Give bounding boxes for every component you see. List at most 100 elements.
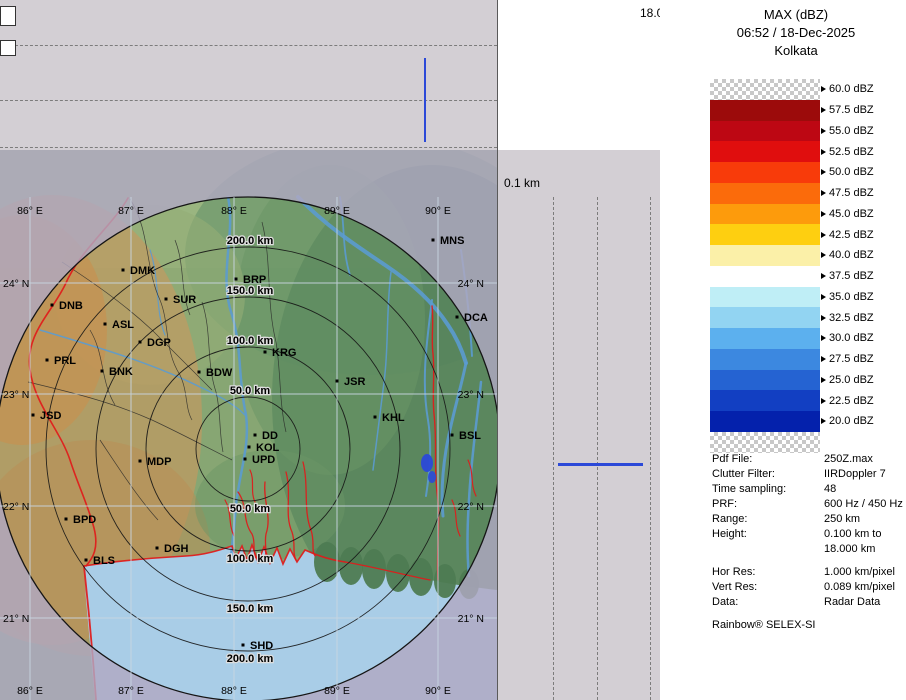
info-row: Range:250 km [712, 512, 904, 527]
info-label: Vert Res: [712, 580, 824, 595]
scale-swatch [710, 349, 820, 370]
info-label: Time sampling: [712, 482, 824, 497]
info-value: Radar Data [824, 595, 880, 610]
axis-tick-box [0, 40, 16, 56]
scale-row: 52.5 dBZ [710, 141, 874, 162]
city-dot [101, 370, 104, 373]
lat-label: 23° N [3, 389, 29, 401]
city-dot [456, 316, 459, 319]
info-value: 0.100 km to [824, 527, 881, 542]
lat-label: 23° N [458, 389, 484, 401]
lon-label: 89° E [324, 685, 350, 697]
info-value: 48 [824, 482, 836, 497]
city-dot [244, 458, 247, 461]
dbz-scale: 60.0 dBZ 57.5 dBZ 55.0 dBZ 52.5 dBZ 50.0 dBZ… [710, 79, 874, 453]
lat-label: 24° N [458, 278, 484, 290]
scale-label: 45.0 dBZ [829, 208, 874, 220]
city-label: DNB [59, 300, 83, 312]
svg-text:100.0 km: 100.0 km [227, 335, 274, 347]
city-dot [65, 518, 68, 521]
scale-row: 47.5 dBZ [710, 183, 874, 204]
scale-row: 45.0 dBZ [710, 204, 874, 225]
city-label: MDP [147, 456, 171, 468]
lon-label: 88° E [221, 205, 247, 217]
scale-arrow-icon [821, 315, 826, 321]
scale-arrow-icon [821, 335, 826, 341]
city-label: MNS [440, 235, 464, 247]
city-dot [374, 416, 377, 419]
scale-label: 60.0 dBZ [829, 83, 874, 95]
city-dot [264, 351, 267, 354]
info-value: 18.000 km [824, 542, 875, 557]
scale-row: 50.0 dBZ [710, 162, 874, 183]
lon-label: 87° E [118, 685, 144, 697]
info-row: Clutter Filter:IIRDoppler 7 [712, 467, 904, 482]
scale-label: 20.0 dBZ [829, 415, 874, 427]
city-dot [432, 239, 435, 242]
info-label: Clutter Filter: [712, 467, 824, 482]
scale-label: 30.0 dBZ [829, 332, 874, 344]
scale-label: 22.5 dBZ [829, 395, 874, 407]
svg-text:50.0 km: 50.0 km [230, 503, 271, 515]
city-label: BDW [206, 367, 233, 379]
scale-label: 47.5 dBZ [829, 187, 874, 199]
city-label: JSD [40, 410, 61, 422]
height-gridline [0, 147, 497, 148]
lat-label: 22° N [458, 501, 484, 513]
city-label: JSR [344, 376, 365, 388]
scale-arrow-icon [821, 169, 826, 175]
scale-label: 52.5 dBZ [829, 146, 874, 158]
city-dot [198, 371, 201, 374]
scale-label: 37.5 dBZ [829, 270, 874, 282]
legend-titles: MAX (dBZ) 06:52 / 18-Dec-2025 Kolkata [660, 6, 906, 60]
scale-swatch [710, 224, 820, 245]
scale-swatch [710, 121, 820, 142]
info-row: Pdf File:250Z.max [712, 452, 904, 467]
city-label: PRL [54, 355, 76, 367]
info-row: Data:Radar Data [712, 595, 904, 610]
city-label: KOL [256, 442, 280, 454]
lon-label: 86° E [17, 685, 43, 697]
scale-row: 20.0 dBZ [710, 411, 874, 432]
scale-label: 27.5 dBZ [829, 353, 874, 365]
scale-row: 55.0 dBZ [710, 121, 874, 142]
info-value: 250 km [824, 512, 860, 527]
scale-swatch [710, 162, 820, 183]
city-dot [242, 644, 245, 647]
scale-row: 32.5 dBZ [710, 307, 874, 328]
city-label: DGH [164, 543, 189, 555]
info-value: 1.000 km/pixel [824, 565, 895, 580]
city-label: DCA [464, 312, 488, 324]
info-row: Vert Res:0.089 km/pixel [712, 580, 904, 595]
scale-swatch [710, 204, 820, 225]
city-dot [248, 446, 251, 449]
city-label: KRG [272, 347, 296, 359]
height-gridline [0, 45, 497, 46]
svg-text:150.0 km: 150.0 km [227, 285, 274, 297]
scale-swatch [710, 266, 820, 287]
scale-row: 27.5 dBZ [710, 349, 874, 370]
city-dot [139, 460, 142, 463]
scale-arrow-icon [821, 149, 826, 155]
scale-row: 22.5 dBZ [710, 390, 874, 411]
info-label: Height: [712, 527, 824, 542]
city-dot [32, 414, 35, 417]
city-label: UPD [252, 454, 275, 466]
scale-label: 57.5 dBZ [829, 104, 874, 116]
city-label: BLS [93, 555, 115, 567]
city-label: SUR [173, 294, 196, 306]
scale-label: 25.0 dBZ [829, 374, 874, 386]
scale-label: 55.0 dBZ [829, 125, 874, 137]
scale-label: 40.0 dBZ [829, 249, 874, 261]
city-label: BRP [243, 274, 266, 286]
city-label: ASL [112, 319, 134, 331]
lon-label: 89° E [324, 205, 350, 217]
scale-label: 50.0 dBZ [829, 166, 874, 178]
city-label: BPD [73, 514, 96, 526]
scale-arrow-icon [821, 418, 826, 424]
scale-label: 35.0 dBZ [829, 291, 874, 303]
info-row: Time sampling:48 [712, 482, 904, 497]
height-gridline [553, 197, 554, 700]
lon-label: 90° E [425, 685, 451, 697]
city-label: DD [262, 430, 278, 442]
